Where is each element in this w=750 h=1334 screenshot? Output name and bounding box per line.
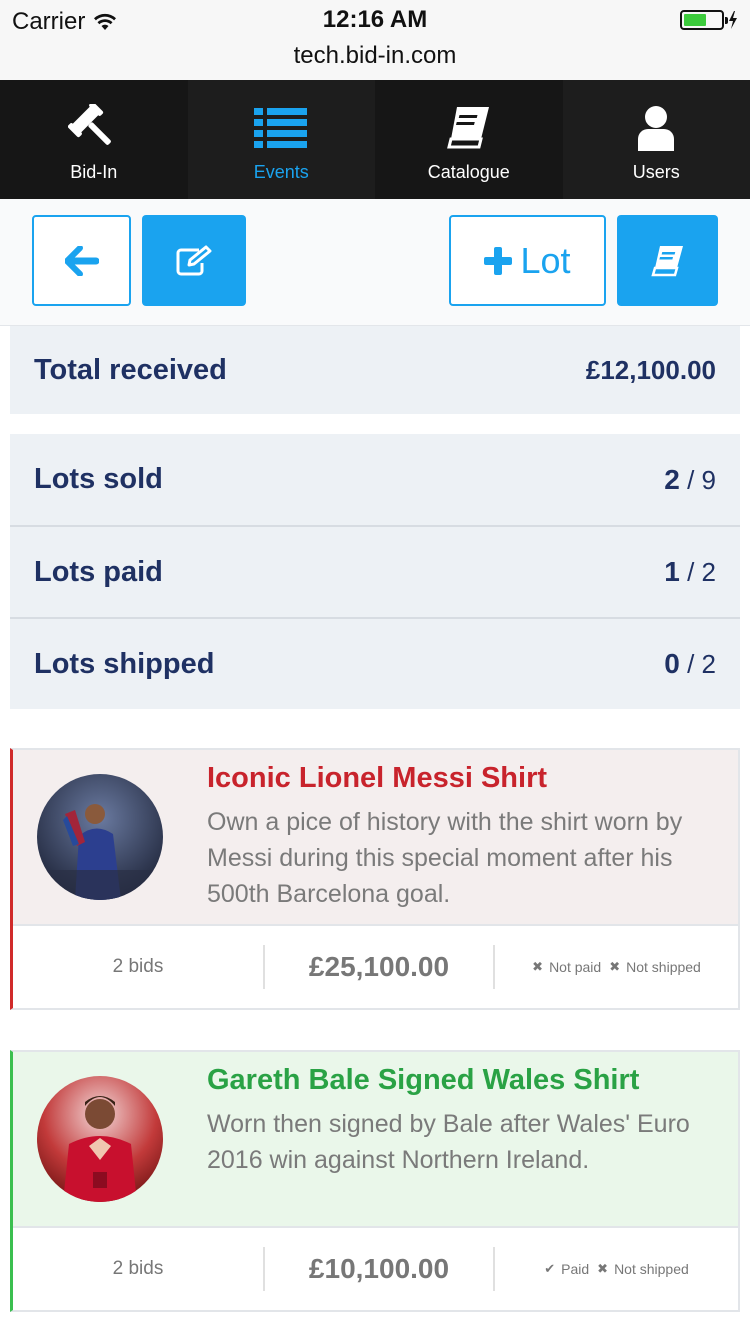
- nav-label: Users: [632, 162, 680, 182]
- nav-item-catalogue[interactable]: Catalogue: [375, 80, 563, 199]
- lot-card[interactable]: Gareth Bale Signed Wales Shirt Worn then…: [10, 1050, 740, 1312]
- payment-status-label: Paid: [561, 1261, 590, 1277]
- lots-sold-value: 2 / 9: [664, 464, 716, 496]
- check-icon: ✔: [544, 1261, 556, 1276]
- lot-amount: £25,100.00: [308, 951, 450, 982]
- lots-shipped-label: Lots shipped: [34, 647, 215, 680]
- back-button[interactable]: [32, 215, 131, 306]
- lot-description: Own a pice of history with the shirt wor…: [207, 808, 683, 908]
- nav-label: Catalogue: [427, 162, 510, 182]
- edit-button[interactable]: [142, 215, 246, 306]
- arrow-left-icon: [64, 245, 99, 276]
- gavel-icon: [67, 104, 121, 152]
- nav-label: Bid-In: [70, 162, 118, 182]
- battery-icon: [680, 10, 728, 30]
- shipping-status-label: Not shipped: [626, 959, 701, 975]
- nav-item-events[interactable]: Events: [187, 80, 375, 199]
- status-bar: Carrier 12:16 AM tech.bid-in.com: [0, 0, 750, 80]
- lot-description: Worn then signed by Bale after Wales' Eu…: [207, 1110, 690, 1174]
- payment-status-label: Not paid: [549, 959, 602, 975]
- lots-paid-total: / 2: [687, 557, 716, 587]
- edit-icon: [176, 245, 212, 275]
- cross-icon: ✖: [532, 959, 544, 974]
- lots-shipped-total: / 2: [687, 649, 716, 679]
- total-received-value: £12,100.00: [585, 354, 716, 385]
- payment-status: ✖ Not paid: [532, 959, 601, 975]
- lot-bids: 2 bids: [112, 1258, 164, 1279]
- charging-icon: [729, 11, 737, 29]
- lots-shipped-value: 0 / 2: [664, 648, 716, 680]
- nav-label: Events: [253, 162, 309, 182]
- add-lot-label: Lot: [520, 239, 571, 281]
- lot-amount: £10,100.00: [308, 1253, 450, 1284]
- lots-sold-total: / 9: [687, 464, 716, 495]
- lots-paid-label: Lots paid: [34, 555, 163, 588]
- lot-title: Gareth Bale Signed Wales Shirt: [207, 1064, 640, 1096]
- catalogue-button[interactable]: [617, 215, 718, 306]
- lot-title: Iconic Lionel Messi Shirt: [207, 762, 548, 794]
- lots-shipped-row: Lots shipped 0 / 2: [10, 619, 740, 709]
- lots-sold-row: Lots sold 2 / 9: [10, 434, 740, 525]
- lots-paid-value: 1 / 2: [664, 556, 716, 588]
- lot-card-footer: 2 bids £25,100.00 ✖ Not paid ✖ Not shipped: [13, 924, 738, 1008]
- lots-paid-row: Lots paid 1 / 2: [10, 527, 740, 617]
- lot-status: ✖ Not paid ✖ Not shipped: [495, 959, 738, 975]
- battery-indicator: [680, 10, 738, 30]
- lot-image: [37, 774, 163, 900]
- clock: 12:16 AM: [322, 6, 428, 33]
- url-bar[interactable]: tech.bid-in.com: [0, 42, 750, 70]
- shipping-status: ✖ Not shipped: [609, 959, 701, 975]
- lots-sold-count: 2: [664, 463, 680, 495]
- user-icon: [629, 104, 683, 152]
- book-icon: [650, 245, 683, 276]
- lot-card-footer: 2 bids £10,100.00 ✔ Paid ✖ Not shipped: [13, 1226, 738, 1310]
- total-received-label: Total received: [34, 353, 227, 386]
- add-lot-button[interactable]: Lot: [449, 215, 606, 306]
- lot-card-header: Gareth Bale Signed Wales Shirt Worn then…: [13, 1052, 738, 1226]
- payment-status: ✔ Paid: [544, 1261, 589, 1277]
- nav-item-users[interactable]: Users: [562, 80, 750, 199]
- lots-sold-label: Lots sold: [34, 463, 163, 495]
- shipping-status-label: Not shipped: [614, 1261, 689, 1277]
- lot-card[interactable]: Iconic Lionel Messi Shirt Own a pice of …: [10, 748, 740, 1010]
- cross-icon: ✖: [597, 1261, 609, 1276]
- shipping-status: ✖ Not shipped: [597, 1261, 689, 1277]
- main-nav: Bid-In Events Catalogue Users: [0, 80, 750, 199]
- lots-paid-count: 1: [664, 556, 680, 587]
- action-toolbar: Lot: [0, 199, 750, 326]
- nav-item-bid-in[interactable]: Bid-In: [0, 80, 188, 199]
- lots-shipped-count: 0: [664, 648, 680, 679]
- book-icon: [442, 104, 496, 152]
- total-received-row: Total received £12,100.00: [10, 326, 740, 414]
- list-icon: [254, 104, 308, 152]
- plus-icon: [484, 246, 513, 275]
- lot-card-header: Iconic Lionel Messi Shirt Own a pice of …: [13, 750, 738, 924]
- lot-image: [37, 1076, 163, 1202]
- cross-icon: ✖: [609, 959, 621, 974]
- lot-status: ✔ Paid ✖ Not shipped: [495, 1261, 738, 1277]
- lot-bids: 2 bids: [112, 956, 164, 977]
